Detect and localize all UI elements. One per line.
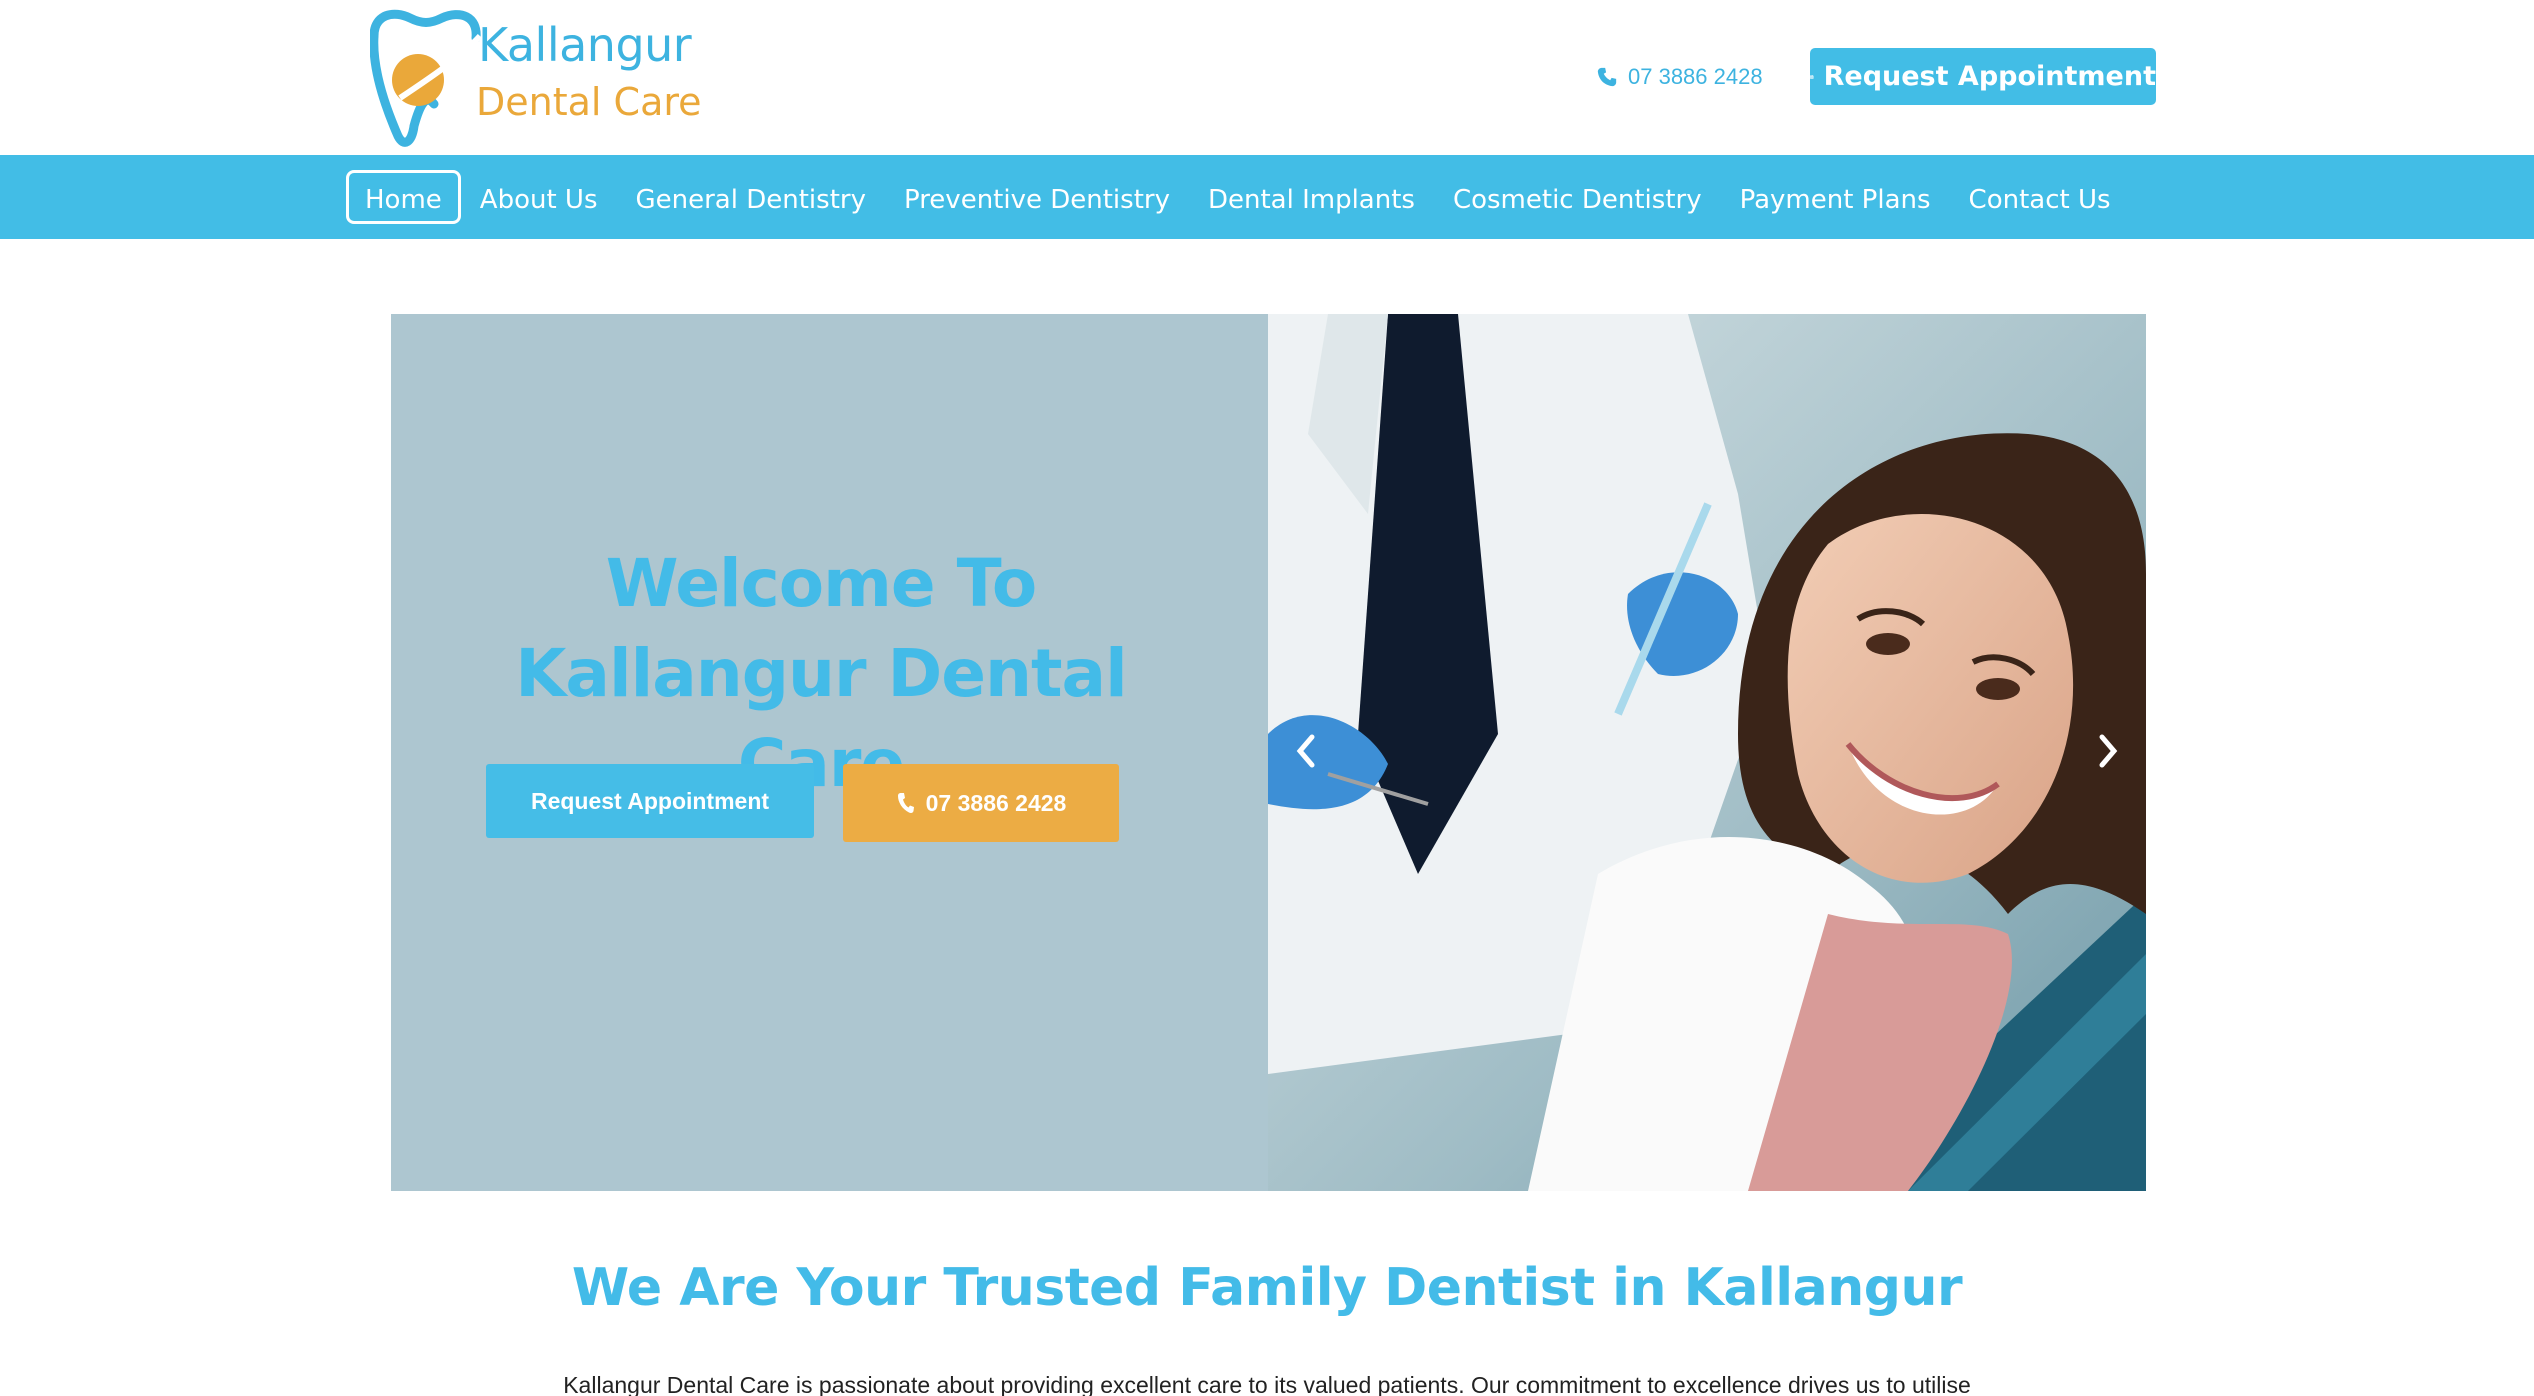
nav-item-general-dentistry[interactable]: General Dentistry <box>617 170 885 224</box>
nav-item-payment-plans[interactable]: Payment Plans <box>1721 170 1950 224</box>
logo-subtitle[interactable]: Dental Care <box>476 80 702 124</box>
header-phone-number: 07 3886 2428 <box>1628 64 1763 89</box>
hero-phone-button[interactable]: 07 3886 2428 <box>843 764 1119 842</box>
section-title: We Are Your Trusted Family Dentist in Ka… <box>571 1258 1963 1318</box>
hero-text-panel: Welcome To Kallangur Dental Care Request… <box>391 314 1268 1191</box>
nav-list: Home About Us General Dentistry Preventi… <box>346 169 2130 225</box>
slider-prev-button[interactable] <box>1286 726 1326 776</box>
nav-item-home[interactable]: Home <box>346 170 461 224</box>
section-intro-text: Kallangur Dental Care is passionate abou… <box>563 1372 1971 1396</box>
nav-item-cosmetic-dentistry[interactable]: Cosmetic Dentistry <box>1434 170 1721 224</box>
hero-phone-label: 07 3886 2428 <box>925 789 1067 816</box>
logo-title[interactable]: Kallangur <box>478 18 692 72</box>
hero-banner: Welcome To Kallangur Dental Care Request… <box>391 314 2146 1191</box>
phone-icon <box>1597 67 1617 87</box>
header-phone-link[interactable]: 07 3886 2428 <box>1596 62 1763 92</box>
dentist-patient-photo <box>1268 314 2146 1191</box>
nav-item-contact-us[interactable]: Contact Us <box>1950 170 2130 224</box>
site-header: Kallangur Dental Care 07 3886 2428 Reque… <box>0 0 2534 155</box>
nav-item-dental-implants[interactable]: Dental Implants <box>1189 170 1434 224</box>
nav-item-about-us[interactable]: About Us <box>461 170 617 224</box>
chevron-right-icon <box>2099 734 2118 768</box>
chevron-left-icon <box>1296 734 1315 768</box>
header-request-appointment-button[interactable]: Request Appointment <box>1810 48 2156 105</box>
nav-item-preventive-dentistry[interactable]: Preventive Dentistry <box>885 170 1189 224</box>
header-cta-label: Request Appointment <box>1823 61 2156 92</box>
page: Kallangur Dental Care 07 3886 2428 Reque… <box>0 0 2534 1396</box>
main-nav: Home About Us General Dentistry Preventi… <box>0 155 2534 239</box>
hero-appointment-label: Request Appointment <box>530 787 770 814</box>
hero-image-slider[interactable] <box>1268 314 2146 1191</box>
hero-request-appointment-button[interactable]: Request Appointment <box>486 764 814 838</box>
slider-next-button[interactable] <box>2088 726 2128 776</box>
calendar-icon <box>1810 74 1814 79</box>
phone-icon <box>897 793 914 813</box>
